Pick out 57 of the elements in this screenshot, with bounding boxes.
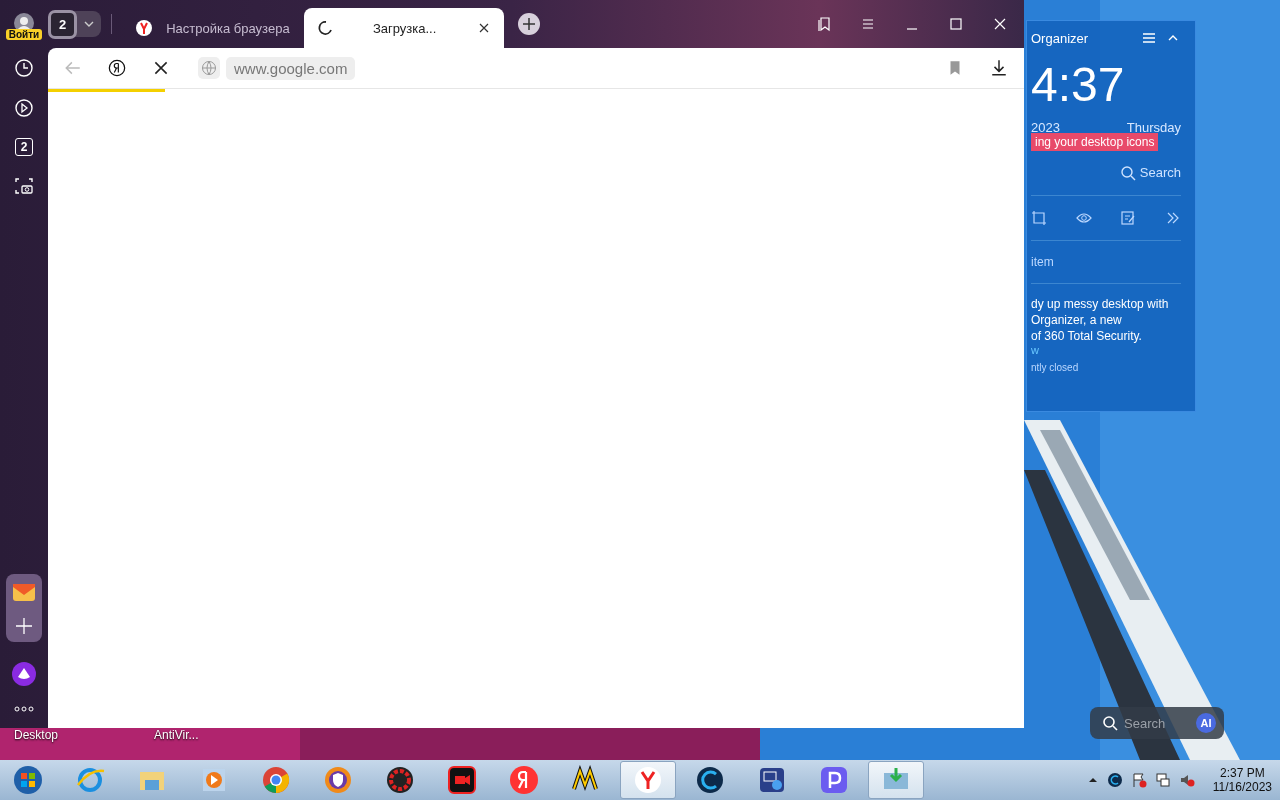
- tip-banner: ing your desktop icons: [1031, 132, 1159, 151]
- gear-icon[interactable]: [385, 765, 415, 795]
- description-line: of 360 Total Security.: [1031, 327, 1143, 344]
- new-tab-button[interactable]: [517, 13, 540, 35]
- tab-title[interactable]: Настройка браузера: [166, 20, 290, 36]
- date-text: 2023: [1031, 119, 1060, 135]
- letter-logo-icon[interactable]: [509, 765, 539, 795]
- flag-icon[interactable]: [1130, 772, 1147, 788]
- circle-logo-icon[interactable]: [261, 765, 291, 795]
- history-icon[interactable]: [14, 58, 34, 78]
- crop-icon[interactable]: [1031, 209, 1047, 226]
- start-orb-icon[interactable]: [13, 765, 43, 795]
- yandex-icon[interactable]: [108, 59, 126, 77]
- menu-icon[interactable]: [1141, 30, 1157, 46]
- p-logo-icon[interactable]: [819, 765, 849, 795]
- description-line: Organizer, a new: [1031, 311, 1123, 328]
- search-icon[interactable]: [1119, 164, 1136, 181]
- menu-icon[interactable]: [860, 16, 876, 32]
- desktop-icon-label[interactable]: Desktop: [14, 728, 59, 742]
- ai-badge[interactable]: AI: [1196, 713, 1216, 733]
- add-icon[interactable]: [14, 616, 34, 636]
- tab-counter-button[interactable]: 2: [48, 9, 78, 39]
- weekday-text: Thursday: [1126, 119, 1181, 135]
- monitor-icon[interactable]: [757, 765, 787, 795]
- desktop-icon-label[interactable]: AntiVir...: [154, 728, 199, 742]
- login-badge[interactable]: Войти: [5, 28, 43, 40]
- play-icon[interactable]: [14, 98, 34, 118]
- volume-muted-icon[interactable]: [1178, 772, 1195, 788]
- shield-icon[interactable]: [323, 765, 353, 795]
- search-icon[interactable]: [1102, 715, 1118, 731]
- camera-icon[interactable]: [447, 765, 477, 795]
- clock-time: 4:37: [1031, 59, 1126, 112]
- panel-title: Organizer: [1031, 30, 1090, 46]
- note-icon[interactable]: [1120, 209, 1137, 226]
- collections-icon[interactable]: [816, 16, 832, 32]
- screenshot-icon[interactable]: [14, 176, 34, 196]
- c-logo-icon[interactable]: [695, 765, 725, 795]
- more-icon[interactable]: [14, 706, 34, 712]
- assistant-icon[interactable]: [12, 662, 36, 686]
- search-widget[interactable]: Search AI: [1090, 707, 1224, 739]
- clock-time[interactable]: 2:37 PM: [1220, 766, 1265, 780]
- tray-app-icon[interactable]: [1106, 772, 1123, 788]
- tabs-badge[interactable]: 2: [15, 138, 33, 156]
- close-icon[interactable]: [992, 16, 1008, 32]
- address-field[interactable]: www.google.com: [226, 56, 356, 80]
- maximize-icon[interactable]: [948, 16, 964, 32]
- description-line: dy up messy desktop with: [1031, 295, 1170, 312]
- search-link[interactable]: Search: [1139, 165, 1181, 181]
- item-text: item: [1031, 240, 1181, 284]
- network-icon[interactable]: [1154, 772, 1171, 788]
- globe-icon[interactable]: [198, 57, 220, 79]
- stop-icon[interactable]: [152, 59, 170, 77]
- clock-date[interactable]: 11/16/2023: [1212, 780, 1272, 794]
- close-icon[interactable]: [477, 22, 490, 34]
- download-icon[interactable]: [990, 59, 1008, 77]
- y-logo-icon[interactable]: [633, 765, 663, 795]
- status-note: ntly closed: [1031, 361, 1079, 373]
